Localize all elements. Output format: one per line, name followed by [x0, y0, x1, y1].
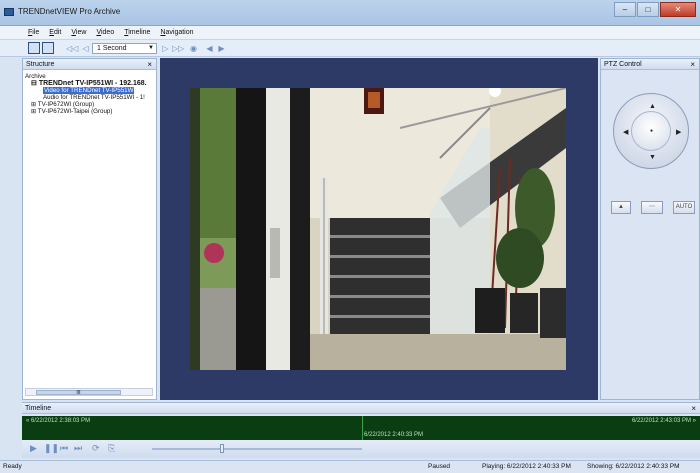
- tree-device[interactable]: ⊟ TRENDnet TV-IP551WI - 192.168.: [25, 80, 154, 87]
- app-icon: [4, 8, 14, 16]
- speed-value: 1 Second: [97, 45, 127, 52]
- play-icon[interactable]: ▶: [30, 443, 37, 454]
- step-forward-icon[interactable]: ▷: [160, 43, 171, 54]
- fast-forward-icon[interactable]: ▷▷: [172, 43, 184, 54]
- ptz-patrol-button[interactable]: ⋯: [641, 201, 663, 214]
- tree-device-label: TRENDnet TV-IP551WI - 192.168.: [38, 80, 147, 87]
- status-playing: Playing: 6/22/2012 2:40:33 PM: [482, 463, 571, 470]
- single-view-button[interactable]: [28, 42, 40, 54]
- window-title: TRENDnetVIEW Pro Archive: [18, 7, 121, 16]
- timeline-start-time: « 6/22/2012 2:38:03 PM: [26, 418, 91, 424]
- tree-group1-label: TV-IP672WI (Group): [37, 101, 95, 108]
- timeline-header: Timeline ×: [22, 403, 700, 414]
- timeline-title: Timeline: [25, 405, 52, 412]
- structure-tree: Archive ⊟ TRENDnet TV-IP551WI - 192.168.…: [23, 70, 156, 118]
- speed-select[interactable]: 1 Second ▼: [92, 43, 157, 54]
- structure-title: Structure: [26, 61, 55, 68]
- snapshot-icon[interactable]: ◉: [188, 43, 199, 54]
- skip-forward-icon[interactable]: ⏭: [74, 443, 82, 454]
- horizontal-scrollbar[interactable]: III: [25, 388, 153, 396]
- status-bar: Ready Paused Playing: 6/22/2012 2:40:33 …: [0, 460, 700, 473]
- ptz-panel: PTZ Control × ▲ ▼ ◀ ▶ ● ▲ ⋯ AUTO: [600, 58, 700, 400]
- structure-header: Structure ×: [23, 59, 156, 70]
- timeline-current-time: 6/22/2012 2:40:33 PM: [364, 432, 424, 438]
- pause-icon[interactable]: ❚❚: [44, 443, 59, 454]
- close-icon[interactable]: ×: [147, 59, 152, 70]
- timeline-end-label: 6/22/2012 2:43:03 PM: [631, 418, 691, 424]
- timeline-track[interactable]: « 6/22/2012 2:38:03 PM 6/22/2012 2:40:33…: [22, 416, 700, 441]
- menu-video[interactable]: Video: [96, 26, 114, 39]
- minimize-button[interactable]: –: [614, 2, 636, 17]
- timeline-start-label: 6/22/2012 2:38:03 PM: [31, 418, 91, 424]
- menu-bar: File Edit View Video Timeline Navigation: [0, 26, 700, 40]
- tree-root[interactable]: Archive: [25, 73, 154, 80]
- step-back-icon[interactable]: ◁: [80, 43, 91, 54]
- maximize-button[interactable]: □: [637, 2, 659, 17]
- ptz-joystick[interactable]: ▲ ▼ ◀ ▶ ●: [613, 93, 689, 169]
- ptz-auto-button[interactable]: AUTO: [673, 201, 695, 214]
- tree-group2[interactable]: ⊞ TV-IP672WI-Taipei (Group): [25, 108, 154, 115]
- ptz-preset-button[interactable]: ▲: [611, 201, 631, 214]
- tree-audio-item[interactable]: Audio for TRENDnet TV-IP551WI - 1!: [25, 94, 154, 101]
- chevron-down-icon: ▼: [148, 45, 154, 51]
- tree-group2-label: TV-IP672WI-Taipei (Group): [37, 108, 113, 115]
- camera-image: [190, 88, 566, 370]
- prev-event-icon[interactable]: ◀: [204, 43, 215, 54]
- status-showing: Showing: 6/22/2012 2:40:33 PM: [587, 463, 680, 470]
- ptz-down-arrow-icon[interactable]: ▼: [649, 154, 656, 161]
- menu-timeline[interactable]: Timeline: [124, 26, 150, 39]
- menu-edit[interactable]: Edit: [49, 26, 61, 39]
- close-icon[interactable]: ×: [691, 403, 696, 414]
- multi-view-button[interactable]: [42, 42, 54, 54]
- close-button[interactable]: ✕: [660, 2, 696, 17]
- status-ready: Ready: [3, 463, 22, 470]
- skip-back-icon[interactable]: ⏮: [60, 443, 68, 454]
- ptz-up-arrow-icon[interactable]: ▲: [649, 103, 656, 110]
- window-controls: – □ ✕: [614, 2, 696, 17]
- ptz-header: PTZ Control ×: [601, 59, 699, 70]
- scrollbar-thumb[interactable]: III: [36, 390, 121, 396]
- ptz-home-dot-icon[interactable]: ●: [650, 128, 653, 134]
- tree-video-item[interactable]: Video for TRENDnet TV-IP551W: [25, 87, 154, 94]
- slider-knob[interactable]: [220, 444, 224, 453]
- export-icon[interactable]: ⎘: [108, 443, 115, 454]
- next-event-icon[interactable]: ▶: [216, 43, 227, 54]
- title-bar: TRENDnetVIEW Pro Archive – □ ✕: [0, 0, 700, 26]
- close-icon[interactable]: ×: [690, 59, 695, 70]
- menu-file[interactable]: File: [28, 26, 39, 39]
- status-state: Paused: [428, 463, 451, 470]
- camera-scene: [190, 88, 566, 370]
- toolbar: ◁◁ ◁ 1 Second ▼ ▷ ▷▷ ◉ ◀ ▶: [0, 40, 700, 57]
- tree-video-label: Video for TRENDnet TV-IP551W: [43, 87, 135, 94]
- timeline-end-time: 6/22/2012 2:43:03 PM »: [631, 418, 696, 424]
- menu-view[interactable]: View: [71, 26, 86, 39]
- video-viewport: [160, 58, 598, 400]
- structure-panel: Structure × Archive ⊟ TRENDnet TV-IP551W…: [22, 58, 157, 400]
- ptz-left-arrow-icon[interactable]: ◀: [623, 128, 628, 136]
- ptz-right-arrow-icon[interactable]: ▶: [676, 128, 681, 136]
- playback-speed-slider[interactable]: [152, 444, 362, 453]
- timeline-cursor[interactable]: [362, 416, 363, 441]
- rewind-icon[interactable]: ◁◁: [66, 43, 78, 54]
- playback-controls: ▶ ❚❚ ⏮ ⏭ ⟳ ⎘: [22, 440, 700, 458]
- ptz-title: PTZ Control: [604, 61, 642, 68]
- tree-group1[interactable]: ⊞ TV-IP672WI (Group): [25, 101, 154, 108]
- loop-icon[interactable]: ⟳: [92, 443, 100, 454]
- menu-navigation[interactable]: Navigation: [160, 26, 193, 39]
